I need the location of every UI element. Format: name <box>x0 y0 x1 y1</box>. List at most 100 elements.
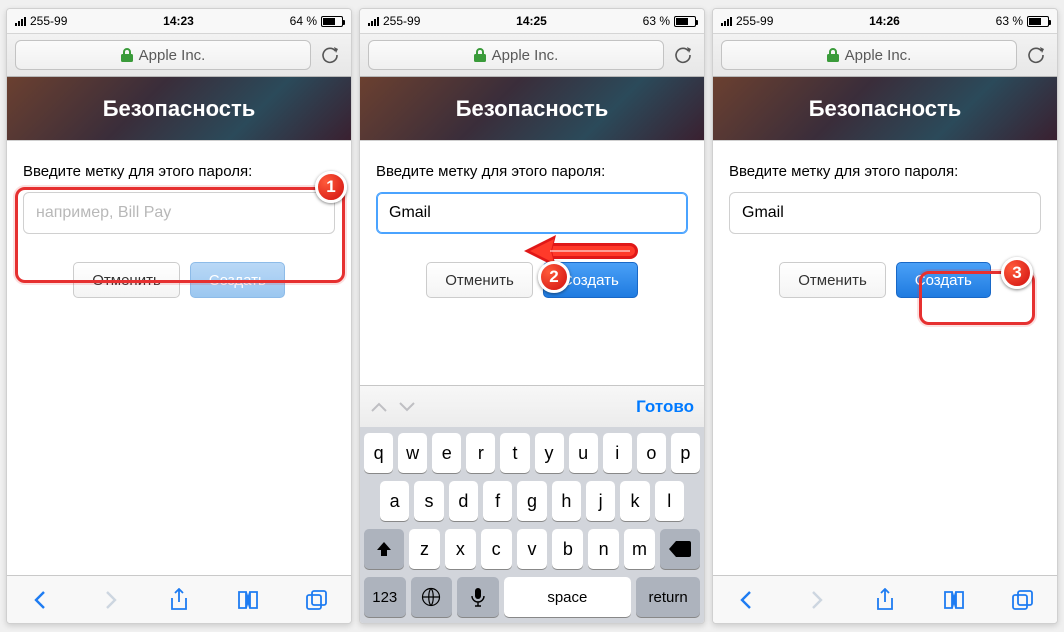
lock-icon <box>827 48 839 62</box>
banner-title: Безопасность <box>103 96 256 122</box>
create-button[interactable]: Создать <box>190 262 285 298</box>
key-z[interactable]: z <box>409 529 440 569</box>
back-button[interactable] <box>29 588 53 612</box>
key-i[interactable]: i <box>603 433 632 473</box>
key-shift[interactable] <box>364 529 404 569</box>
password-label-input[interactable] <box>376 192 688 234</box>
password-label-input[interactable] <box>729 192 1041 234</box>
cancel-button[interactable]: Отменить <box>73 262 180 298</box>
address-text: Apple Inc. <box>492 47 559 64</box>
next-field-button[interactable] <box>398 401 426 413</box>
cancel-button[interactable]: Отменить <box>779 262 886 298</box>
battery-icon <box>321 16 343 27</box>
safari-address-bar: Apple Inc. <box>360 33 704 77</box>
key-s[interactable]: s <box>414 481 443 521</box>
key-h[interactable]: h <box>552 481 581 521</box>
key-o[interactable]: o <box>637 433 666 473</box>
screenshot-1: 255-99 14:23 64 % Apple Inc. Безопасност… <box>6 8 352 624</box>
carrier-label: 255-99 <box>383 14 420 28</box>
key-123[interactable]: 123 <box>364 577 406 617</box>
address-field[interactable]: Apple Inc. <box>721 40 1017 70</box>
address-field[interactable]: Apple Inc. <box>15 40 311 70</box>
status-bar: 255-99 14:26 63 % <box>713 9 1057 33</box>
key-y[interactable]: y <box>535 433 564 473</box>
battery-percent: 63 % <box>643 14 670 28</box>
key-space[interactable]: space <box>504 577 632 617</box>
banner-title: Безопасность <box>456 96 609 122</box>
lock-icon <box>474 48 486 62</box>
safari-toolbar <box>7 575 351 623</box>
page-banner: Безопасность <box>360 77 704 141</box>
field-label: Введите метку для этого пароля: <box>23 163 335 180</box>
keyboard-row-3: z x c v b n m <box>364 529 700 569</box>
tabs-button[interactable] <box>1011 588 1035 612</box>
cancel-button[interactable]: Отменить <box>426 262 533 298</box>
carrier-label: 255-99 <box>736 14 773 28</box>
keyboard-row-1: q w e r t y u i o p <box>364 433 700 473</box>
battery-percent: 63 % <box>996 14 1023 28</box>
key-q[interactable]: q <box>364 433 393 473</box>
keyboard-row-2: a s d f g h j k l <box>364 481 700 521</box>
key-j[interactable]: j <box>586 481 615 521</box>
key-backspace[interactable] <box>660 529 700 569</box>
key-u[interactable]: u <box>569 433 598 473</box>
key-w[interactable]: w <box>398 433 427 473</box>
page-banner: Безопасность <box>7 77 351 141</box>
reload-button[interactable] <box>670 42 696 68</box>
keyboard: q w e r t y u i o p a s d f g h j k l z <box>360 427 704 623</box>
key-v[interactable]: v <box>517 529 548 569</box>
field-label: Введите метку для этого пароля: <box>729 163 1041 180</box>
key-return[interactable]: return <box>636 577 700 617</box>
bookmarks-button[interactable] <box>942 588 966 612</box>
tabs-button[interactable] <box>305 588 329 612</box>
page-banner: Безопасность <box>713 77 1057 141</box>
key-a[interactable]: a <box>380 481 409 521</box>
key-r[interactable]: r <box>466 433 495 473</box>
signal-icon <box>721 16 732 26</box>
key-f[interactable]: f <box>483 481 512 521</box>
clock: 14:26 <box>869 14 900 28</box>
create-button[interactable]: Создать <box>543 262 638 298</box>
back-button[interactable] <box>735 588 759 612</box>
address-text: Apple Inc. <box>139 47 206 64</box>
status-bar: 255-99 14:25 63 % <box>360 9 704 33</box>
create-button[interactable]: Создать <box>896 262 991 298</box>
key-c[interactable]: c <box>481 529 512 569</box>
key-p[interactable]: p <box>671 433 700 473</box>
safari-address-bar: Apple Inc. <box>713 33 1057 77</box>
forward-button[interactable] <box>98 588 122 612</box>
signal-icon <box>15 16 26 26</box>
key-l[interactable]: l <box>655 481 684 521</box>
screenshot-2: 255-99 14:25 63 % Apple Inc. Безопасност… <box>359 8 705 624</box>
key-d[interactable]: d <box>449 481 478 521</box>
clock: 14:25 <box>516 14 547 28</box>
key-m[interactable]: m <box>624 529 655 569</box>
address-text: Apple Inc. <box>845 47 912 64</box>
signal-icon <box>368 16 379 26</box>
key-k[interactable]: k <box>620 481 649 521</box>
forward-button[interactable] <box>804 588 828 612</box>
address-field[interactable]: Apple Inc. <box>368 40 664 70</box>
key-x[interactable]: x <box>445 529 476 569</box>
carrier-label: 255-99 <box>30 14 67 28</box>
reload-button[interactable] <box>1023 42 1049 68</box>
key-e[interactable]: e <box>432 433 461 473</box>
key-n[interactable]: n <box>588 529 619 569</box>
banner-title: Безопасность <box>809 96 962 122</box>
key-g[interactable]: g <box>517 481 546 521</box>
key-globe[interactable] <box>411 577 453 617</box>
reload-button[interactable] <box>317 42 343 68</box>
status-bar: 255-99 14:23 64 % <box>7 9 351 33</box>
key-t[interactable]: t <box>500 433 529 473</box>
prev-field-button[interactable] <box>370 401 398 413</box>
screenshot-3: 255-99 14:26 63 % Apple Inc. Безопасност… <box>712 8 1058 624</box>
key-b[interactable]: b <box>552 529 583 569</box>
key-mic[interactable] <box>457 577 499 617</box>
share-button[interactable] <box>167 588 191 612</box>
keyboard-accessory: Готово <box>360 385 704 427</box>
password-label-input[interactable] <box>23 192 335 234</box>
share-button[interactable] <box>873 588 897 612</box>
bookmarks-button[interactable] <box>236 588 260 612</box>
battery-icon <box>1027 16 1049 27</box>
keyboard-done-button[interactable]: Готово <box>636 397 694 417</box>
